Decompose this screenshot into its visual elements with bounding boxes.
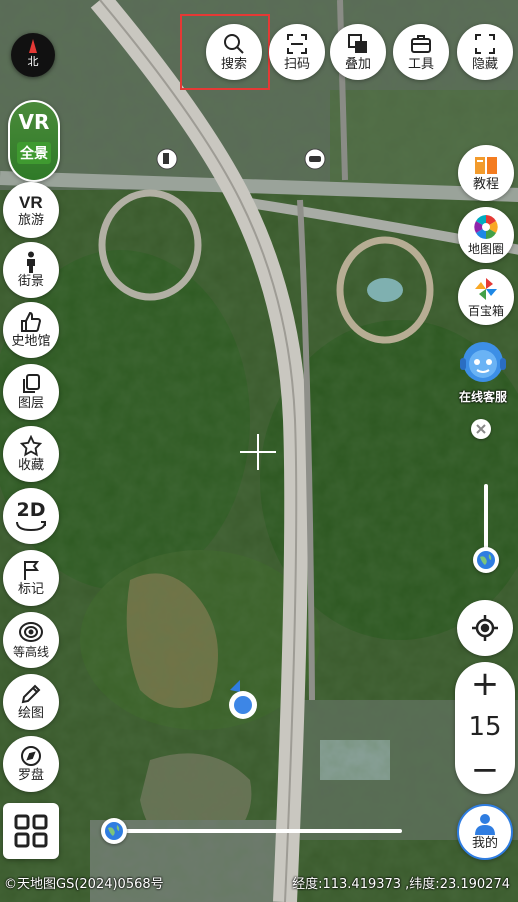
time-slider-track[interactable] bbox=[112, 829, 402, 833]
me-button[interactable]: 我的 bbox=[457, 804, 513, 860]
vr-panorama-button[interactable]: VR 全景 bbox=[8, 100, 60, 182]
grid-menu-button[interactable] bbox=[3, 803, 59, 859]
zoom-out-button[interactable]: − bbox=[471, 750, 500, 790]
mark-button[interactable]: 标记 bbox=[3, 550, 59, 606]
overlay-label: 叠加 bbox=[344, 57, 371, 72]
compass-icon bbox=[21, 746, 41, 766]
tutorial-button[interactable]: 教程 bbox=[458, 145, 514, 201]
panorama-label: 全景 bbox=[17, 142, 51, 164]
favorites-label: 收藏 bbox=[17, 458, 44, 473]
street-view-label: 街景 bbox=[17, 274, 44, 289]
time-slider-handle[interactable] bbox=[101, 818, 127, 844]
compass-label: 罗盘 bbox=[17, 768, 44, 783]
overlay-button[interactable]: 叠加 bbox=[330, 24, 386, 80]
map-copyright: ©天地图GS(2024)0568号 bbox=[4, 877, 164, 892]
robot-avatar-icon bbox=[460, 342, 506, 382]
grid-icon bbox=[14, 814, 48, 848]
satellite-map[interactable] bbox=[0, 0, 518, 902]
hide-label: 隐藏 bbox=[471, 57, 498, 72]
layers-label: 图层 bbox=[17, 396, 44, 411]
locate-crosshair-icon bbox=[472, 615, 498, 641]
user-icon bbox=[475, 814, 495, 835]
me-label: 我的 bbox=[471, 836, 498, 851]
toolbox-button[interactable]: 百宝箱 bbox=[458, 269, 514, 325]
favorites-button[interactable]: 收藏 bbox=[3, 426, 59, 482]
travel-label: 旅游 bbox=[17, 213, 44, 228]
close-icon bbox=[476, 424, 486, 434]
vr-badge-text: VR bbox=[18, 110, 50, 134]
briefcase-icon bbox=[411, 35, 431, 53]
customer-service-button[interactable]: 在线客服 bbox=[450, 338, 516, 408]
contour-button[interactable]: 等高线 bbox=[3, 612, 59, 668]
fullscreen-icon bbox=[475, 34, 495, 54]
aperture-icon bbox=[474, 215, 498, 239]
draw-label: 绘图 bbox=[17, 706, 44, 721]
close-service-button[interactable] bbox=[471, 419, 491, 439]
globe-icon bbox=[105, 822, 123, 840]
draw-button[interactable]: 绘图 bbox=[3, 674, 59, 730]
history-museum-label: 史地馆 bbox=[11, 334, 51, 349]
vr-icon: VR bbox=[19, 193, 43, 212]
svg-text:VR: VR bbox=[19, 193, 43, 212]
2d-mode-button[interactable]: 2D bbox=[3, 488, 59, 544]
compass-north-label: 北 bbox=[27, 55, 39, 68]
travel-button[interactable]: VR 旅游 bbox=[3, 182, 59, 238]
globe-icon bbox=[477, 551, 495, 569]
search-highlight-box bbox=[180, 14, 270, 90]
toolbox-label: 百宝箱 bbox=[467, 304, 504, 318]
locate-button[interactable] bbox=[457, 600, 513, 656]
vr-badge-logo: VR 全景 bbox=[10, 102, 58, 180]
scan-icon bbox=[287, 34, 307, 54]
rotate-2d-icon bbox=[16, 521, 46, 532]
compass-button[interactable]: 罗盘 bbox=[3, 736, 59, 792]
hide-button[interactable]: 隐藏 bbox=[457, 24, 513, 80]
layers-copy-icon bbox=[348, 34, 367, 53]
person-icon bbox=[27, 251, 35, 273]
history-museum-button[interactable]: 史地馆 bbox=[3, 302, 59, 358]
2d-mode-label: 2D bbox=[16, 499, 46, 521]
flag-icon bbox=[24, 561, 39, 580]
scan-label: 扫码 bbox=[283, 57, 310, 72]
pencil-icon bbox=[21, 684, 41, 704]
tutorial-label: 教程 bbox=[472, 177, 499, 192]
book-icon bbox=[475, 157, 497, 174]
contour-label: 等高线 bbox=[12, 645, 49, 659]
thumbs-up-icon bbox=[21, 311, 42, 332]
contour-icon bbox=[19, 622, 43, 642]
tools-label: 工具 bbox=[407, 57, 434, 72]
pinwheel-icon bbox=[475, 278, 497, 300]
mark-label: 标记 bbox=[17, 582, 44, 597]
compass-widget[interactable]: 北 bbox=[11, 33, 55, 77]
zoom-level: 15 bbox=[468, 712, 502, 742]
coordinates-readout: 经度:113.419373 ,纬度:23.190274 bbox=[292, 877, 510, 892]
zoom-control: + 15 − bbox=[455, 662, 515, 794]
street-view-button[interactable]: 街景 bbox=[3, 242, 59, 298]
tilt-slider-handle[interactable] bbox=[473, 547, 499, 573]
zoom-in-button[interactable]: + bbox=[471, 664, 500, 704]
customer-service-label: 在线客服 bbox=[458, 390, 507, 404]
scan-button[interactable]: 扫码 bbox=[269, 24, 325, 80]
layers-button[interactable]: 图层 bbox=[3, 364, 59, 420]
map-circle-button[interactable]: 地图圈 bbox=[458, 207, 514, 263]
layers-icon bbox=[23, 374, 40, 393]
tools-button[interactable]: 工具 bbox=[393, 24, 449, 80]
map-circle-label: 地图圈 bbox=[467, 242, 504, 256]
star-icon bbox=[20, 435, 42, 457]
